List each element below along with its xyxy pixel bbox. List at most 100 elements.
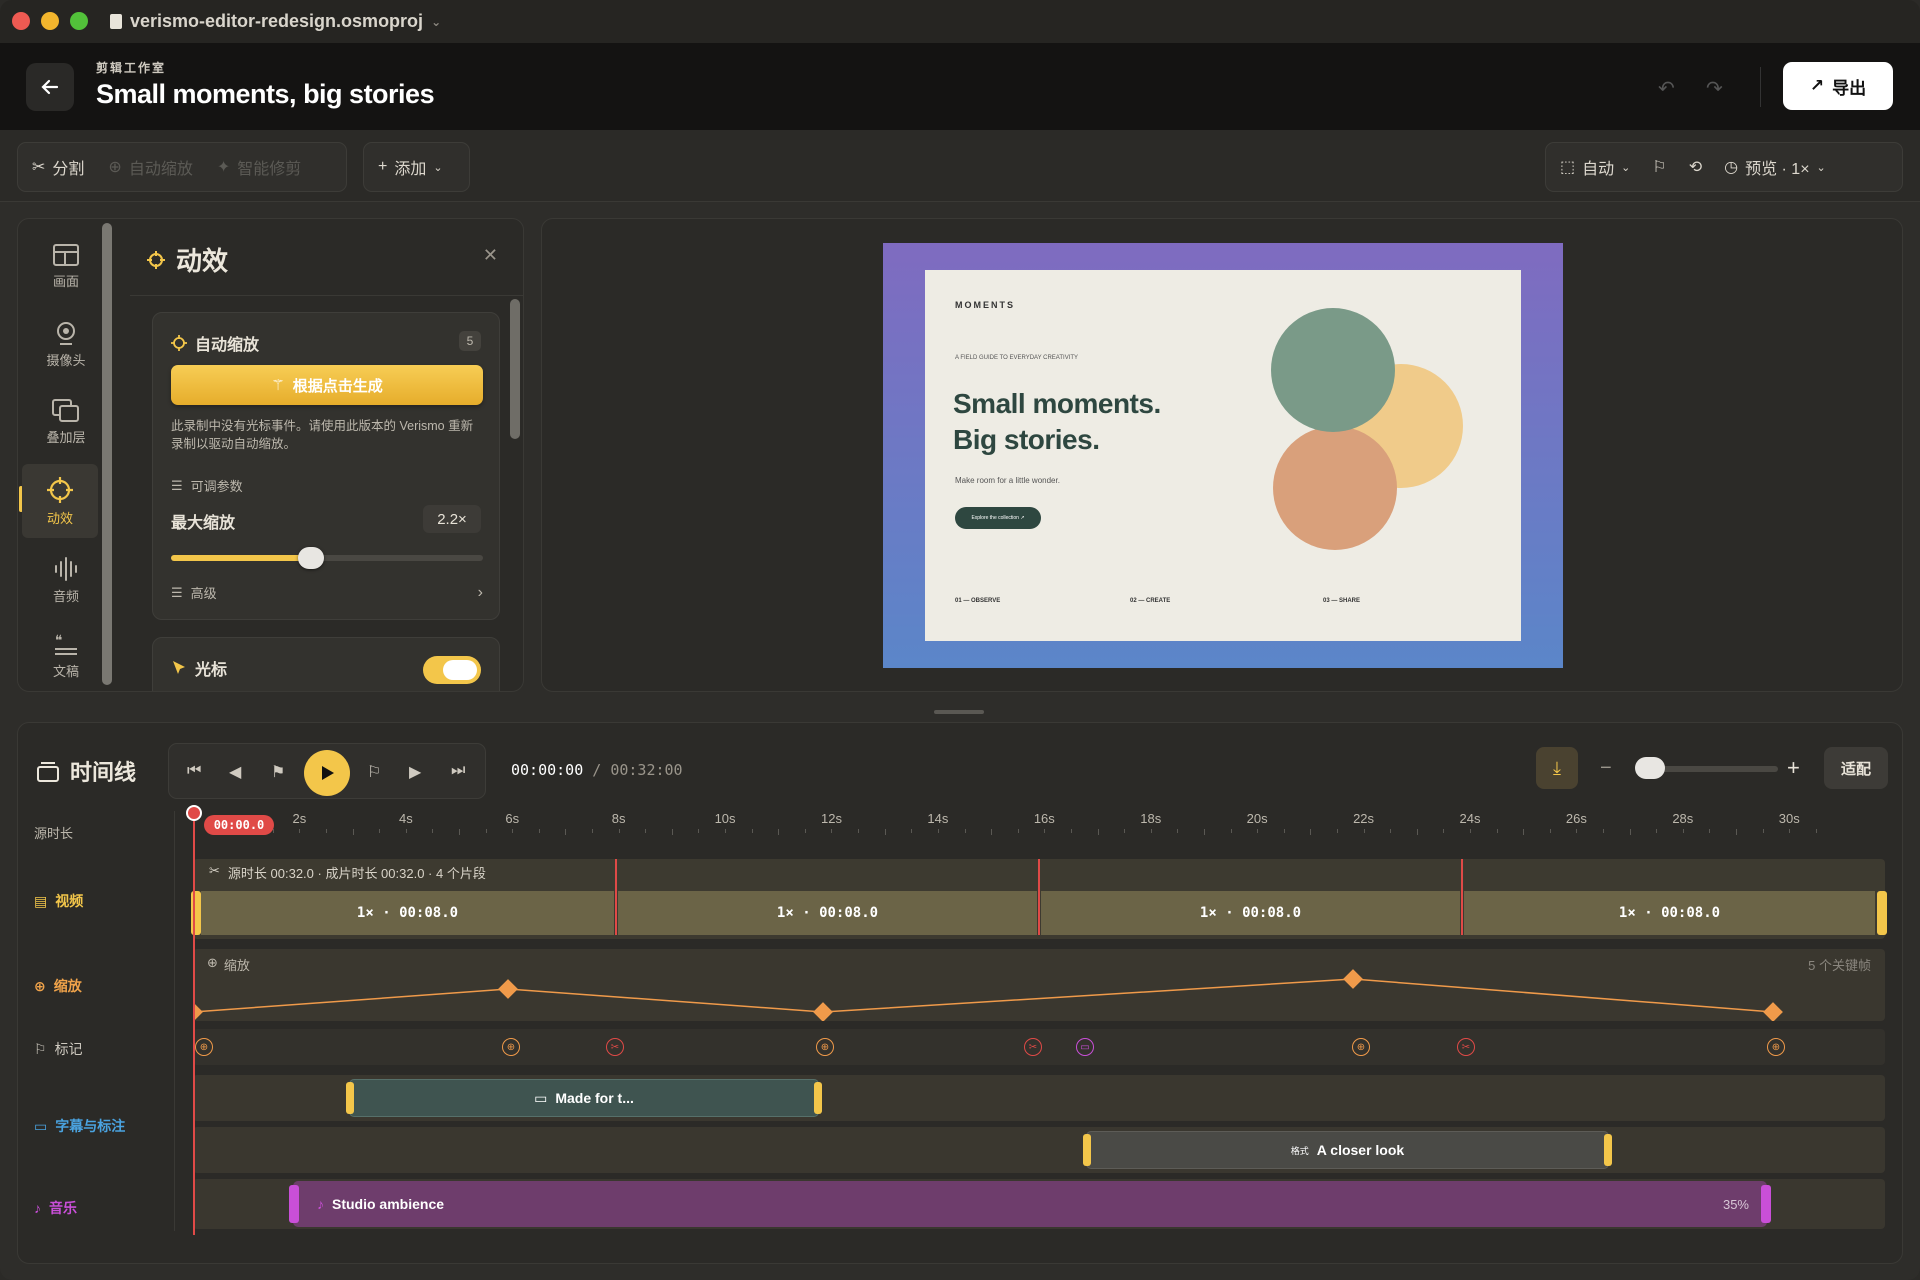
skip-start-icon[interactable]: ⏮ xyxy=(187,762,201,780)
ruler-minor-tick xyxy=(698,829,700,833)
ruler-minor-tick xyxy=(1762,829,1764,833)
cut-marker-icon[interactable]: ✂ xyxy=(1457,1038,1475,1056)
rail-item-overlay[interactable]: 叠加层 xyxy=(18,385,114,459)
max-zoom-slider[interactable] xyxy=(171,547,483,569)
preview-speed-dropdown[interactable]: ◷ 预览 · 1× ⌄ xyxy=(1724,155,1826,179)
sparkle-icon: ✦ xyxy=(216,159,231,176)
cut-marker-icon[interactable]: ✂ xyxy=(606,1038,624,1056)
redo-button[interactable]: ↷ xyxy=(1706,76,1723,101)
video-segment[interactable]: 1× · 00:08.0 xyxy=(1041,891,1460,935)
zoom-marker-icon[interactable]: ⊕ xyxy=(502,1038,520,1056)
zoom-marker-icon[interactable]: ⊕ xyxy=(195,1038,213,1056)
ruler-tick: 18s xyxy=(1140,811,1162,826)
header-divider xyxy=(1760,67,1761,107)
slide-headline-2: Big stories. xyxy=(953,424,1100,455)
play-button[interactable] xyxy=(304,750,350,796)
timeline-zoom-slider[interactable] xyxy=(1648,766,1778,772)
video-segment[interactable]: 1× · 00:08.0 xyxy=(618,891,1037,935)
music-clip[interactable]: ♪ Studio ambience 35% xyxy=(289,1181,1771,1227)
snap-button[interactable]: ⤓ xyxy=(1536,747,1578,789)
zoom-slider-knob[interactable] xyxy=(1635,757,1665,779)
video-segment[interactable]: 1× · 00:08.0 xyxy=(1464,891,1875,935)
skip-end-icon[interactable]: ⏭ xyxy=(451,762,465,780)
clip-handle-left[interactable] xyxy=(289,1185,299,1223)
back-button[interactable] xyxy=(26,63,74,111)
rail-item-transcript[interactable]: ❝ 文稿 xyxy=(18,619,114,691)
preview-frame[interactable]: MOMENTS A FIELD GUIDE TO EVERYDAY CREATI… xyxy=(883,243,1563,668)
slide-tagline: Make room for a little wonder. xyxy=(955,476,1060,485)
time-ruler[interactable]: 2s 4s 6s 8s 10s 12s 14s 16s 18s 20s 22s 24s 26s 28s 30… xyxy=(193,811,1885,835)
clip-handle-right[interactable] xyxy=(814,1082,822,1114)
loop-button[interactable]: ⟲ xyxy=(1689,157,1702,177)
clip-handle-right[interactable] xyxy=(1604,1134,1612,1166)
ruler-minor-tick xyxy=(512,829,514,833)
cut-line[interactable] xyxy=(1461,859,1463,935)
rail-item-audio[interactable]: 音频 xyxy=(18,543,114,617)
chevron-down-icon: ⌄ xyxy=(431,14,442,29)
panel-resize-handle[interactable] xyxy=(934,710,984,714)
zoom-window-button[interactable] xyxy=(70,12,88,30)
callout-clip[interactable]: 格式 A closer look xyxy=(1083,1131,1612,1169)
effects-scrollbar[interactable] xyxy=(510,299,520,439)
video-segments: 1× · 00:08.0 1× · 00:08.0 1× · 00:08.0 1× ·… xyxy=(191,859,1887,935)
camera-icon xyxy=(57,321,75,345)
track-label-video: ▤ 视频 xyxy=(34,892,84,910)
ruler-tick: 20s xyxy=(1246,811,1268,826)
aspect-auto-dropdown[interactable]: ⬚ 自动 ⌄ xyxy=(1560,155,1630,179)
ruler-minor-tick xyxy=(1443,829,1445,833)
step-forward-icon[interactable]: ▶ xyxy=(409,762,421,782)
rail-item-canvas[interactable]: 画面 xyxy=(18,229,114,303)
ruler-minor-tick xyxy=(751,829,753,833)
document-title[interactable]: verismo-editor-redesign.osmoproj ⌄ xyxy=(110,11,441,32)
zoom-track[interactable]: ⊕ 缩放 5 个关键帧 xyxy=(193,949,1885,1021)
undo-button[interactable]: ↶ xyxy=(1658,76,1675,101)
cut-line[interactable] xyxy=(615,859,617,935)
add-dropdown[interactable]: + 添加 ⌄ xyxy=(363,142,470,192)
generate-from-clicks-button[interactable]: ⚚ 根据点击生成 xyxy=(171,365,483,405)
zoom-in-icon[interactable]: + xyxy=(1787,755,1800,781)
view-tools: ⬚ 自动 ⌄ ⚐ ⟲ ◷ 预览 · 1× ⌄ xyxy=(1545,142,1903,192)
slider-knob[interactable] xyxy=(298,547,325,569)
slide-kicker: A FIELD GUIDE TO EVERYDAY CREATIVITY xyxy=(955,355,1079,361)
ruler-minor-tick xyxy=(1017,829,1019,833)
close-window-button[interactable] xyxy=(12,12,30,30)
next-marker-icon[interactable]: ⚐ xyxy=(367,762,381,782)
ruler-minor-tick xyxy=(538,829,540,833)
rail-item-effects[interactable]: 动效 xyxy=(22,464,98,538)
zoom-marker-icon[interactable]: ⊕ xyxy=(1352,1038,1370,1056)
step-back-icon[interactable]: ◀ xyxy=(229,762,241,782)
max-zoom-value[interactable]: 2.2× xyxy=(423,505,481,533)
video-handle-right[interactable] xyxy=(1877,891,1887,935)
video-segment[interactable]: 1× · 00:08.0 xyxy=(201,891,614,935)
prev-marker-icon[interactable]: ⚑ xyxy=(271,762,285,782)
minimize-window-button[interactable] xyxy=(41,12,59,30)
playhead[interactable] xyxy=(193,811,195,1235)
rail-scrollbar[interactable] xyxy=(102,223,112,685)
caption-clip[interactable]: ▭ Made for t... xyxy=(346,1079,822,1117)
smart-trim-button[interactable]: ✦ 智能修剪 xyxy=(217,155,301,179)
ruler-minor-tick xyxy=(831,829,833,833)
zoom-marker-icon[interactable]: ⊕ xyxy=(816,1038,834,1056)
comment-marker-icon[interactable]: ▭ xyxy=(1076,1038,1094,1056)
cut-line[interactable] xyxy=(1038,859,1040,935)
zoom-out-icon[interactable]: − xyxy=(1600,757,1612,780)
split-button[interactable]: ✂ 分割 xyxy=(32,155,84,179)
clip-handle-right[interactable] xyxy=(1761,1185,1771,1223)
flag-button[interactable]: ⚐ xyxy=(1652,157,1666,177)
cursor-toggle[interactable] xyxy=(423,656,481,684)
fit-button[interactable]: 适配 xyxy=(1824,747,1888,789)
ruler-minor-tick xyxy=(1390,829,1392,833)
playhead-knob[interactable] xyxy=(186,805,202,821)
close-icon[interactable]: ✕ xyxy=(483,245,498,266)
clip-handle-left[interactable] xyxy=(346,1082,354,1114)
zoom-marker-icon[interactable]: ⊕ xyxy=(1767,1038,1785,1056)
project-title[interactable]: Small moments, big stories xyxy=(96,79,435,110)
clip-handle-left[interactable] xyxy=(1083,1134,1091,1166)
export-button[interactable]: ↗ 导出 xyxy=(1783,62,1893,110)
rail-item-camera[interactable]: 摄像头 xyxy=(18,307,114,381)
auto-zoom-button[interactable]: ⊕ 自动缩放 xyxy=(108,155,192,179)
advanced-row[interactable]: ☰ 高级 › xyxy=(171,583,483,602)
crosshair-icon xyxy=(147,250,165,269)
ruler-tick: 26s xyxy=(1565,811,1587,826)
cut-marker-icon[interactable]: ✂ xyxy=(1024,1038,1042,1056)
